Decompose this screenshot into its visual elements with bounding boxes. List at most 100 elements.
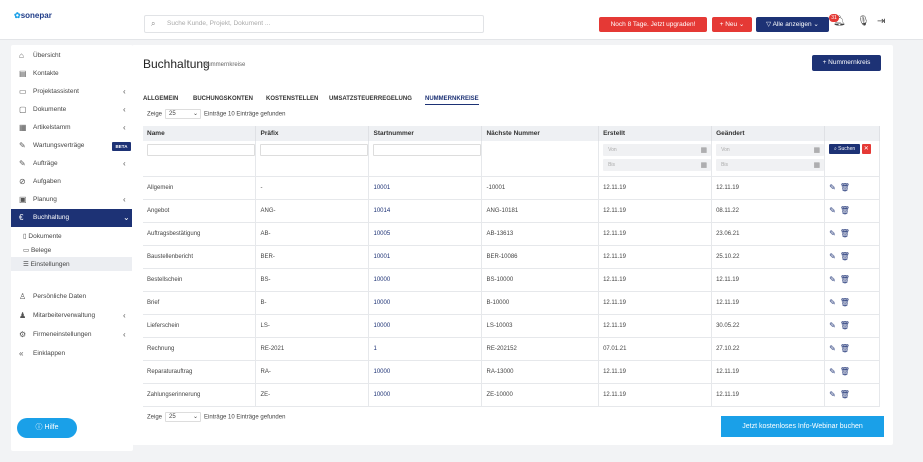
tab-kostenstellen[interactable]: KOSTENSTELLEN: [266, 96, 318, 102]
sidebar-subitem-dokumente[interactable]: ▯ Dokumente: [11, 229, 133, 243]
tab-nummernkreise[interactable]: NUMMERNKREISE: [425, 96, 479, 105]
column-header-erstellt[interactable]: Erstellt: [598, 126, 713, 141]
sidebar-item-buchhaltung[interactable]: € Buchhaltung ⌄: [11, 209, 133, 227]
page-size-select[interactable]: 25 ⌄: [165, 109, 202, 119]
filter-praefix-input[interactable]: [260, 144, 369, 156]
column-header-startnummer[interactable]: Startnummer: [368, 126, 483, 141]
sidebar-item-persoenliche-daten[interactable]: ♙ Persönliche Daten: [11, 288, 133, 306]
tab-buchungskonten[interactable]: BUCHUNGSKONTEN: [193, 96, 253, 102]
upgrade-button[interactable]: Noch 8 Tage. Jetzt upgraden!: [599, 17, 707, 32]
sidebar-item-uebersicht[interactable]: ⌂ Übersicht: [11, 47, 133, 65]
trash-icon[interactable]: 🗑︎: [840, 183, 850, 192]
table-cell: 12.11.19: [598, 291, 713, 315]
search-input[interactable]: ⌕ Suche Kunde, Projekt, Dokument ...: [144, 15, 484, 33]
table-row[interactable]: Angebot ANG- 10014 ANG-10181 12.11.19 08.11.2…: [143, 199, 880, 223]
trash-icon[interactable]: 🗑︎: [840, 298, 850, 307]
sidebar-item-firmeneinstellungen[interactable]: ⚙ Firmeneinstellungen ‹: [11, 326, 133, 344]
trash-icon[interactable]: 🗑︎: [840, 390, 850, 399]
sonepar-logo[interactable]: ✿sonepar: [14, 11, 52, 20]
table-row[interactable]: Bestellschein BS- 10000 BS-10000 12.11.19 12.…: [143, 268, 880, 292]
row-actions: ✎ 🗑︎: [824, 314, 880, 338]
sidebar-item-wartungsvertraege[interactable]: ✎ Wartungsverträge BETA: [11, 137, 133, 155]
sidebar-item-aufgaben[interactable]: ⊘ Aufgaben: [11, 173, 133, 191]
sidebar-item-auftraege[interactable]: ✎ Aufträge ‹: [11, 155, 133, 173]
table-cell: AB-13613: [481, 222, 600, 246]
sidebar-subitem-einstellungen[interactable]: ☰ Einstellungen: [11, 257, 133, 271]
filter-startnummer-input[interactable]: [373, 144, 482, 156]
table-row[interactable]: Allgemein -10001 -10001 12.11.19 12.11.19 ✎ 🗑︎: [143, 176, 880, 200]
trash-icon[interactable]: 🗑︎: [840, 252, 850, 261]
sidebar-item-dokumente[interactable]: ▢ Dokumente ‹: [11, 101, 133, 119]
edit-icon[interactable]: ✎: [829, 252, 836, 261]
table-row[interactable]: Zahlungserinnerung ZE- 10000 ZE-10000 12.11.…: [143, 383, 880, 407]
sidebar: ⌂ Übersicht ▤ Kontakte ▭ Projektassistent ‹ …: [11, 45, 133, 451]
edit-icon[interactable]: ✎: [829, 390, 836, 399]
show-all-button[interactable]: ▽ Alle anzeigen ⌄: [756, 17, 829, 32]
check-icon: ⊘: [19, 177, 26, 186]
calendar-icon: ▦: [700, 147, 708, 154]
help-button[interactable]: ⓘ Hilfe: [17, 418, 77, 438]
trash-icon[interactable]: 🗑︎: [840, 229, 850, 238]
table-row[interactable]: Baustellenbericht BER- 10001 BER-10086 12.11…: [143, 245, 880, 269]
sidebar-item-kontakte[interactable]: ▤ Kontakte: [11, 65, 133, 83]
table-cell: Brief: [143, 291, 257, 315]
edit-icon[interactable]: ✎: [829, 321, 836, 330]
table-cell: 12.11.19: [711, 268, 826, 292]
edit-icon[interactable]: ✎: [829, 344, 836, 353]
webinar-button[interactable]: Jetzt kostenloses Info-Webinar buchen: [721, 416, 884, 437]
logout-icon[interactable]: ⇥: [877, 16, 885, 27]
edit-icon[interactable]: ✎: [829, 367, 836, 376]
sidebar-item-einklappen[interactable]: «Einklappen: [11, 345, 133, 363]
table-row[interactable]: Auftragsbestätigung AB- 10005 AB-13613 12.11…: [143, 222, 880, 246]
sidebar-item-artikelstamm[interactable]: ▦ Artikelstamm ‹: [11, 119, 133, 137]
edit-icon[interactable]: ✎: [829, 275, 836, 284]
table-cell: Bestellschein: [143, 268, 257, 292]
column-header-praefix[interactable]: Präfix: [255, 126, 370, 141]
filter-row: Von ▦ Bis ▦ Von ▦ Bis ▦ ⌕ Suchen ✕: [143, 141, 880, 177]
sidebar-subitem-belege[interactable]: ▭ Belege: [11, 243, 133, 257]
row-actions: ✎ 🗑︎: [824, 291, 880, 315]
trash-icon[interactable]: 🗑︎: [840, 275, 850, 284]
sidebar-item-planung[interactable]: ▣ Planung ‹: [11, 191, 133, 209]
sidebar-item-mitarbeiterverwaltung[interactable]: ♟ Mitarbeiterverwaltung ‹: [11, 307, 133, 325]
table-row[interactable]: Brief B- 10000 B-10000 12.11.19 12.11.19 ✎ 🗑︎: [143, 291, 880, 315]
column-header-name[interactable]: Name: [143, 126, 257, 141]
filter-geaendert-bis[interactable]: Bis ▦: [716, 159, 825, 171]
sidebar-item-projektassistent[interactable]: ▭ Projektassistent ‹: [11, 83, 133, 101]
tab-umsatzsteuerregelung[interactable]: UMSATZSTEUERREGELUNG: [329, 96, 412, 102]
table-cell: 10000: [368, 360, 483, 384]
microphone-icon[interactable]: 🎙︎: [857, 16, 870, 27]
help-icon: ⓘ: [35, 424, 43, 431]
column-header-naechste-nummer[interactable]: Nächste Nummer: [481, 126, 600, 141]
add-nummernkreis-button[interactable]: + Nummernkreis: [812, 55, 881, 71]
edit-icon[interactable]: ✎: [829, 229, 836, 238]
edit-icon[interactable]: ✎: [829, 298, 836, 307]
trash-icon[interactable]: 🗑︎: [840, 344, 850, 353]
trash-icon[interactable]: 🗑︎: [840, 321, 850, 330]
filter-geaendert-von[interactable]: Von ▦: [716, 144, 825, 156]
filter-erstellt-bis[interactable]: Bis ▦: [603, 159, 712, 171]
table-row[interactable]: Rechnung RE-2021 1 RE-202152 07.01.21 27.10.2…: [143, 337, 880, 361]
page-size-select-bottom[interactable]: 25 ⌄: [165, 412, 202, 422]
trash-icon[interactable]: 🗑︎: [840, 367, 850, 376]
table-row[interactable]: Lieferschein LS- 10000 LS-10003 12.11.19 30.0…: [143, 314, 880, 338]
table-row[interactable]: Reparaturauftrag RA- 10000 RA-13000 12.11.19…: [143, 360, 880, 384]
table-cell: 12.11.19: [598, 222, 713, 246]
row-actions: ✎ 🗑︎: [824, 245, 880, 269]
trash-icon[interactable]: 🗑︎: [840, 206, 850, 215]
table-cell: 07.01.21: [598, 337, 713, 361]
table-cell: 12.11.19: [711, 176, 826, 200]
column-header-actions: [824, 126, 880, 141]
table-cell: 1: [368, 337, 483, 361]
top-bar: ✿sonepar ⌕ Suche Kunde, Projekt, Dokumen…: [0, 0, 923, 40]
column-header-geaendert[interactable]: Geändert: [711, 126, 826, 141]
filter-name-input[interactable]: [147, 144, 255, 156]
tab-allgemein[interactable]: ALLGEMEIN: [143, 96, 178, 102]
edit-icon[interactable]: ✎: [829, 206, 836, 215]
edit-icon[interactable]: ✎: [829, 183, 836, 192]
filter-erstellt-von[interactable]: Von ▦: [603, 144, 712, 156]
clear-filter-button[interactable]: ✕: [861, 144, 871, 154]
new-button[interactable]: + Neu ⌄: [712, 17, 752, 32]
table-cell: 10005: [368, 222, 483, 246]
search-button[interactable]: ⌕ Suchen: [829, 144, 861, 154]
